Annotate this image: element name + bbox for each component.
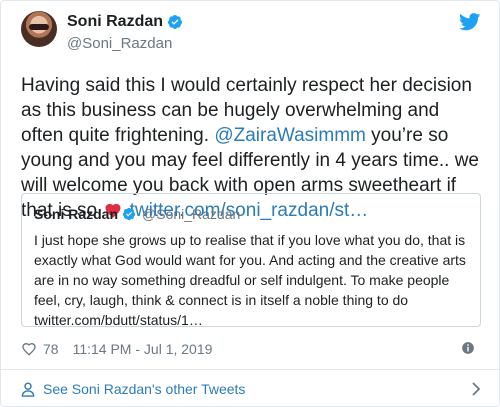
see-other-tweets-link[interactable]: See Soni Razdan's other Tweets bbox=[21, 377, 481, 401]
avatar[interactable] bbox=[21, 11, 57, 47]
verified-badge-icon bbox=[168, 15, 183, 29]
like-heart-icon[interactable] bbox=[21, 341, 37, 357]
quoted-author-name: Soni Razdan bbox=[34, 206, 119, 222]
person-icon bbox=[21, 382, 35, 397]
tweet-header: Soni Razdan @Soni_Razdan bbox=[21, 11, 481, 59]
like-count[interactable]: 78 bbox=[43, 341, 59, 357]
tweet-card: Soni Razdan @Soni_Razdan Having said thi… bbox=[0, 0, 500, 407]
verified-badge-icon bbox=[122, 207, 136, 221]
author-handle[interactable]: @Soni_Razdan bbox=[67, 35, 172, 52]
quoted-tweet-header: Soni Razdan @Soni_Razdan bbox=[34, 206, 468, 222]
author-display-name[interactable]: Soni Razdan bbox=[67, 13, 163, 31]
mention-link[interactable]: @ZairaWasimmm bbox=[214, 125, 366, 146]
chevron-right-icon[interactable] bbox=[471, 382, 481, 396]
info-icon[interactable] bbox=[461, 341, 475, 355]
quoted-tweet-text: I just hope she grows up to realise that… bbox=[34, 232, 466, 328]
divider bbox=[1, 369, 499, 370]
author-name-row: Soni Razdan bbox=[67, 13, 183, 31]
twitter-bird-icon[interactable] bbox=[459, 13, 481, 31]
quoted-tweet[interactable]: Soni Razdan @Soni_Razdan I just hope she… bbox=[21, 193, 481, 328]
see-other-tweets-label[interactable]: See Soni Razdan's other Tweets bbox=[43, 381, 245, 397]
tweet-timestamp[interactable]: 11:14 PM - Jul 1, 2019 bbox=[73, 341, 213, 357]
tweet-meta: 78 11:14 PM - Jul 1, 2019 bbox=[21, 339, 481, 359]
quoted-author-handle: @Soni_Razdan bbox=[142, 206, 241, 222]
